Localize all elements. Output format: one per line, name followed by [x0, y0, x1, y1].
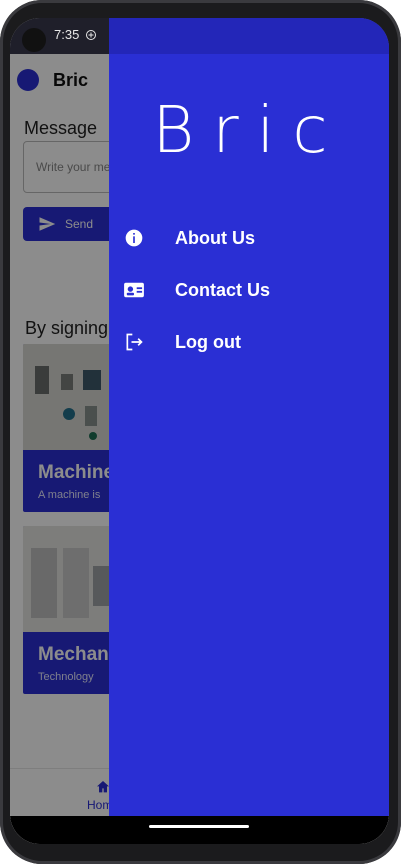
status-time: 7:35	[54, 27, 80, 42]
status-left: 7:35	[54, 27, 97, 42]
menu-item-about-us[interactable]: About Us	[109, 212, 389, 264]
menu-item-label: About Us	[175, 227, 255, 248]
menu-item-label: Log out	[175, 331, 241, 352]
menu-item-contact-us[interactable]: Contact Us	[109, 264, 389, 316]
logout-icon	[123, 331, 145, 353]
drawer-menu: About Us Contact Us Log out	[109, 212, 389, 368]
navigation-drawer: Bric About Us Contact Us Log out	[109, 18, 389, 816]
drawer-status-area	[109, 18, 389, 54]
menu-item-label: Contact Us	[175, 279, 271, 300]
phone-frame: Bric Message Write your message Send By …	[0, 0, 401, 864]
info-icon	[123, 227, 145, 249]
contact-card-icon	[123, 279, 145, 301]
screen: Bric Message Write your message Send By …	[10, 18, 389, 844]
menu-item-log-out[interactable]: Log out	[109, 316, 389, 368]
drawer-brand: Bric	[152, 94, 346, 168]
gesture-navigation-area	[10, 816, 389, 844]
data-saver-icon	[86, 29, 97, 40]
home-gesture-bar[interactable]	[149, 825, 249, 828]
front-camera-dot	[22, 28, 46, 52]
